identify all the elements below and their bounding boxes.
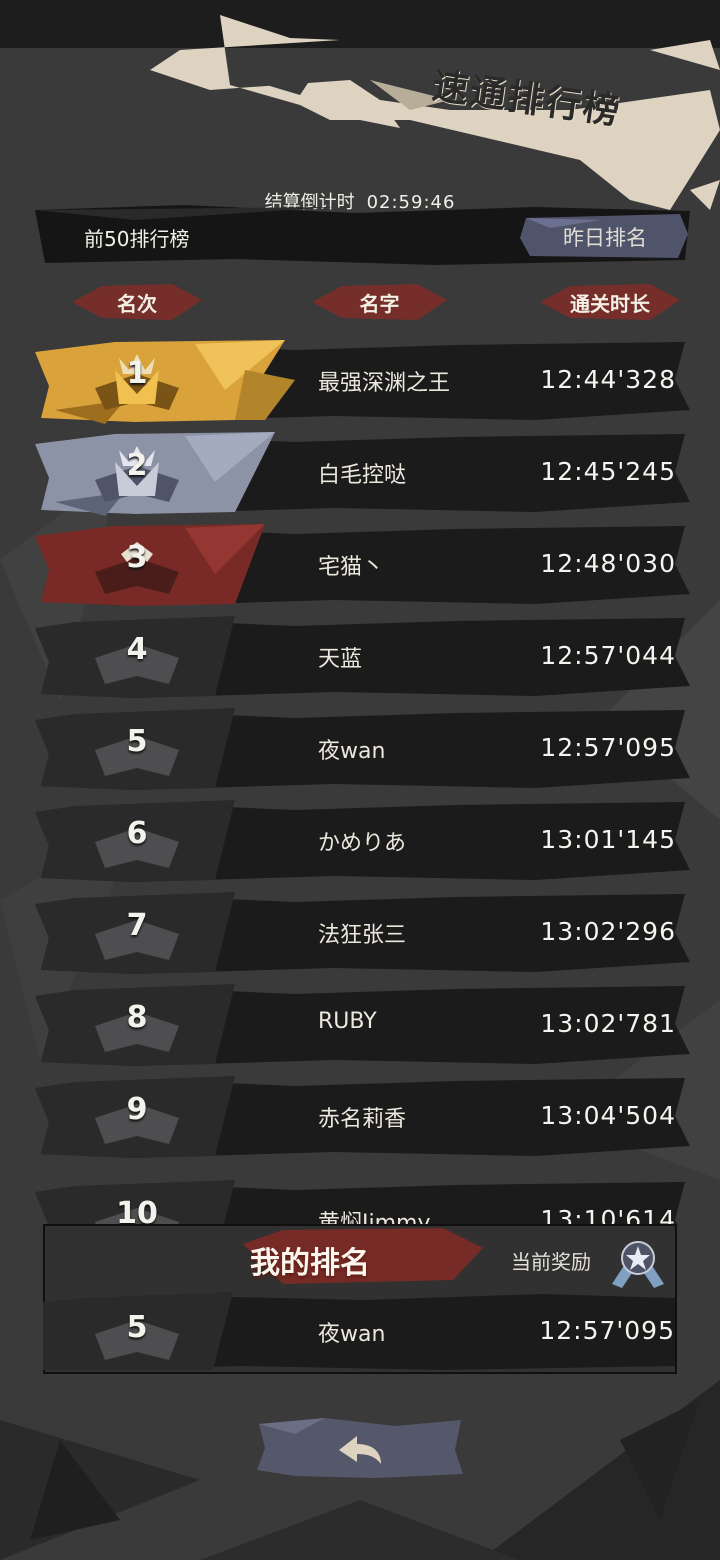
row-name: RUBY — [318, 1009, 377, 1034]
row-name: 天蓝 — [318, 647, 363, 672]
row-name: 最强深渊之王 — [318, 371, 451, 396]
star-medal-icon[interactable] — [608, 1234, 668, 1290]
row-rank: 3 — [126, 540, 148, 575]
row-rank: 8 — [126, 1000, 148, 1035]
header-name: 名字 — [312, 280, 447, 324]
header-time-label: 通关时长 — [570, 291, 650, 316]
leaderboard-list[interactable]: 1 最强深渊之王 12:44'328 2 白毛控哒 12:45'245 3 宅猫… — [0, 340, 720, 1225]
my-rank-name: 夜wan — [318, 1322, 386, 1347]
row-time: 13:10'614 — [540, 1205, 676, 1225]
row-name: 赤名莉香 — [318, 1107, 407, 1132]
row-rank: 4 — [126, 632, 148, 667]
row-name: 夜wan — [318, 739, 386, 764]
row-time: 12:57'095 — [540, 733, 676, 762]
leaderboard-row[interactable]: 2 白毛控哒 12:45'245 — [35, 432, 690, 516]
row-rank: 9 — [126, 1092, 148, 1127]
tab-top50[interactable]: 前50排行榜 — [84, 223, 189, 252]
header-time: 通关时长 — [540, 280, 680, 324]
leaderboard-row[interactable]: 5 夜wan 12:57'095 — [35, 708, 690, 792]
row-rank: 2 — [126, 448, 148, 483]
column-headers: 名次 名字 通关时长 — [0, 280, 720, 324]
row-name: 法狂张三 — [318, 923, 407, 948]
leaderboard-row[interactable]: 7 法狂张三 13:02'296 — [35, 892, 690, 976]
leaderboard-row[interactable]: 1 最强深渊之王 12:44'328 — [35, 340, 690, 424]
row-time: 12:48'030 — [540, 549, 676, 578]
row-name: 白毛控哒 — [318, 463, 407, 488]
header-rank: 名次 — [72, 280, 202, 324]
row-time: 12:44'328 — [540, 365, 676, 394]
row-name: 宅猫丶 — [318, 555, 385, 580]
row-time: 13:02'781 — [540, 1009, 676, 1038]
row-name: かめりあ — [318, 831, 407, 856]
title-banner — [150, 15, 720, 210]
back-button[interactable] — [255, 1414, 465, 1482]
header-name-label: 名字 — [359, 291, 400, 316]
row-rank: 6 — [126, 816, 148, 851]
row-name: 黄焖Jimmy — [318, 1211, 431, 1225]
my-rank-time: 12:57'095 — [539, 1316, 675, 1345]
row-time: 13:01'145 — [540, 825, 676, 854]
row-time: 12:45'245 — [540, 457, 676, 486]
leaderboard-row[interactable]: 3 宅猫丶 12:48'030 — [35, 524, 690, 608]
my-rank-row: 5 夜wan 12:57'095 — [43, 1292, 675, 1372]
leaderboard-row[interactable]: 6 かめりあ 13:01'145 — [35, 800, 690, 884]
my-rank-title: 我的排名 — [250, 1246, 370, 1281]
my-rank-number: 5 — [126, 1310, 148, 1345]
leaderboard-row[interactable]: 8 RUBY 13:02'781 — [35, 984, 690, 1068]
row-rank: 10 — [116, 1196, 158, 1225]
leaderboard-row[interactable]: 9 赤名莉香 13:04'504 — [35, 1076, 690, 1160]
header-rank-label: 名次 — [117, 291, 157, 316]
row-rank: 7 — [126, 908, 148, 943]
row-time: 13:04'504 — [540, 1101, 676, 1130]
row-rank: 5 — [126, 724, 148, 759]
leaderboard-row[interactable]: 4 天蓝 12:57'044 — [35, 616, 690, 700]
current-reward-label: 当前奖励 — [511, 1250, 591, 1274]
row-rank: 1 — [126, 356, 148, 391]
row-time: 12:57'044 — [540, 641, 676, 670]
tab-yesterday-ranking[interactable]: 昨日排名 — [520, 214, 690, 260]
row-time: 13:02'296 — [540, 917, 676, 946]
tab-yesterday-label: 昨日排名 — [563, 226, 647, 250]
leaderboard-row[interactable]: 10 黄焖Jimmy 13:10'614 — [35, 1180, 690, 1225]
